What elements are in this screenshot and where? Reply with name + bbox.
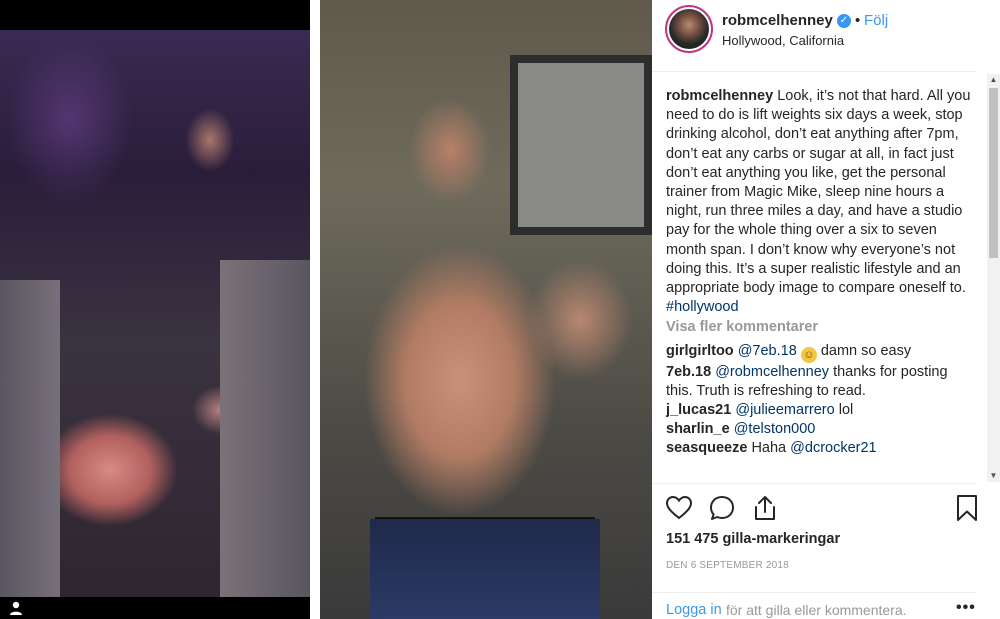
location-link[interactable]: Hollywood, California: [722, 33, 844, 48]
post-image[interactable]: [0, 0, 652, 619]
comment-username[interactable]: sharlin_e: [666, 421, 730, 437]
before-photo-panel: [0, 30, 310, 597]
comment-item: sharlin_e @telston000: [666, 420, 976, 439]
comment-text: damn so easy: [820, 342, 912, 359]
comment-mention[interactable]: @7eb.18: [738, 343, 797, 359]
comment-text: lol: [838, 402, 854, 419]
avatar-image: [669, 9, 709, 49]
more-comments-button[interactable]: Visa fler kommentarer: [666, 318, 976, 337]
scroll-down-arrow-icon[interactable]: ▼: [987, 470, 1000, 482]
likes-count[interactable]: 151 475 gilla-markeringar: [666, 531, 840, 547]
comments-list[interactable]: robmcelhenney Look, it’s not that hard. …: [666, 87, 976, 482]
share-upload-icon[interactable]: [750, 493, 780, 523]
comment-item: j_lucas21 @julieemarrero lol: [666, 401, 976, 420]
post-sidebar: robmcelhenney ✓ • Följ Hollywood, Califo…: [652, 0, 1000, 619]
laughing-emoji-icon: ☺: [800, 346, 817, 363]
comments-scrollbar[interactable]: ▲ ▼: [987, 74, 1000, 482]
comment-mention[interactable]: @telston000: [734, 421, 816, 437]
caption-hashtag[interactable]: #hollywood: [666, 299, 739, 315]
avatar[interactable]: [665, 5, 713, 53]
comment-item: 7eb.18 @robmcelhenney thanks for posting…: [666, 363, 976, 401]
shirt-right: [220, 260, 310, 597]
username[interactable]: robmcelhenney: [722, 12, 833, 29]
comment-item: seasqueeze Haha @dcrocker21: [666, 439, 976, 458]
login-prompt-text: för att gilla eller kommentera.: [726, 602, 907, 618]
caption-username[interactable]: robmcelhenney: [666, 88, 773, 104]
shirt-left: [0, 280, 60, 597]
user-tag-icon[interactable]: [8, 600, 24, 616]
login-bar: Logga in för att gilla eller kommentera.…: [652, 592, 977, 619]
comment-mention[interactable]: @robmcelhenney: [715, 364, 829, 380]
post-actions: 151 475 gilla-markeringar DEN 6 SEPTEMBE…: [652, 483, 977, 619]
comment-username[interactable]: seasqueeze: [666, 440, 747, 456]
after-photo-panel: [320, 0, 652, 619]
comment-item: girlgirltoo @7eb.18 ☺ damn so easy: [666, 342, 976, 363]
photo-divider: [310, 0, 320, 619]
verified-check-icon: ✓: [837, 14, 851, 28]
heart-icon[interactable]: [664, 493, 694, 523]
caption-text: Look, it’s not that hard. All you need t…: [666, 88, 971, 297]
comment-text: Haha: [751, 440, 787, 457]
separator-dot: •: [855, 12, 861, 29]
post-header: robmcelhenney ✓ • Följ Hollywood, Califo…: [652, 0, 977, 72]
bookmark-icon[interactable]: [952, 493, 982, 523]
more-options-icon[interactable]: •••: [956, 599, 976, 617]
scrollbar-thumb[interactable]: [989, 88, 998, 258]
post-date[interactable]: DEN 6 SEPTEMBER 2018: [666, 560, 789, 571]
comment-mention[interactable]: @dcrocker21: [790, 440, 876, 456]
background-frame: [510, 55, 652, 235]
comment-username[interactable]: 7eb.18: [666, 364, 711, 380]
pants: [370, 519, 600, 619]
comment-username[interactable]: j_lucas21: [666, 402, 731, 418]
comment-username[interactable]: girlgirltoo: [666, 343, 734, 359]
login-link[interactable]: Logga in: [666, 602, 722, 618]
follow-button[interactable]: Följ: [864, 12, 888, 29]
caption: robmcelhenney Look, it’s not that hard. …: [666, 87, 976, 317]
scroll-up-arrow-icon[interactable]: ▲: [987, 74, 1000, 86]
comment-bubble-icon[interactable]: [707, 493, 737, 523]
comment-mention[interactable]: @julieemarrero: [735, 402, 834, 418]
